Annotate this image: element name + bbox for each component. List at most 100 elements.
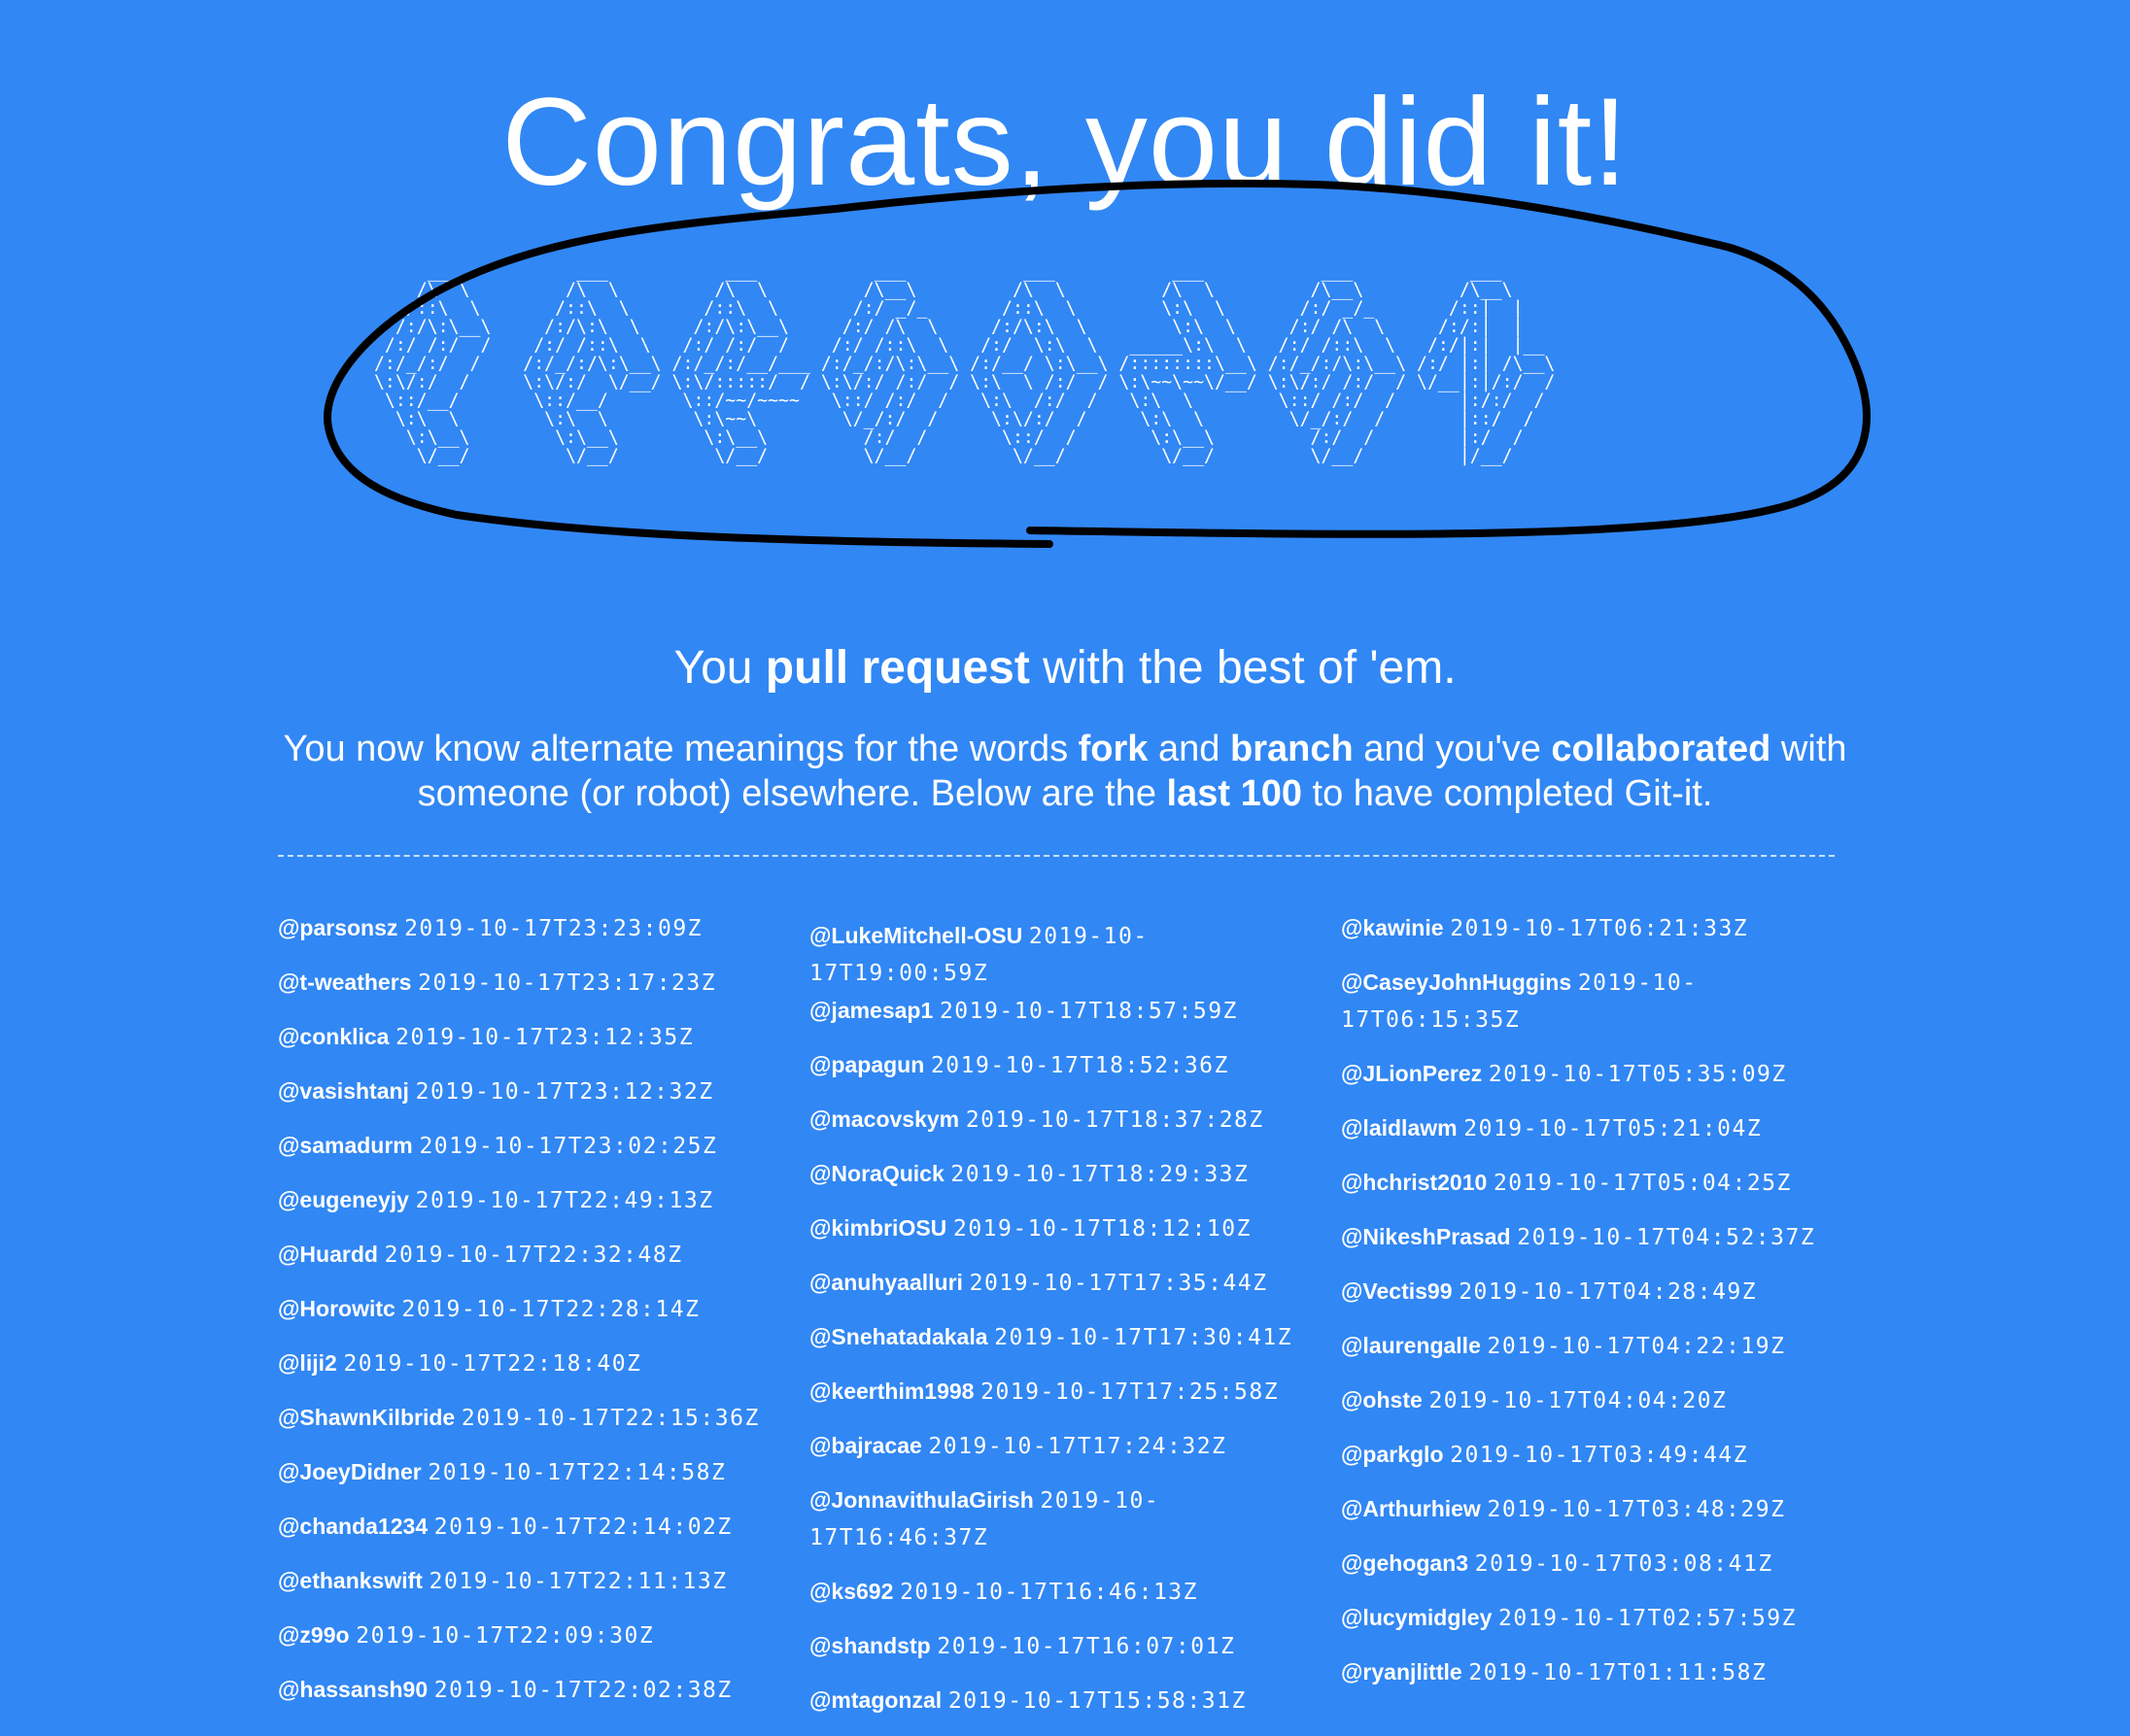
completion-timestamp: 2019-10-17T02:57:59Z <box>1498 1606 1797 1631</box>
completion-timestamp: 2019-10-17T18:12:10Z <box>952 1216 1252 1242</box>
completion-entry: @mtagonzal 2019-10-17T15:58:31Z <box>809 1682 1315 1736</box>
completion-timestamp: 2019-10-17T18:37:28Z <box>965 1107 1264 1133</box>
intro-text-1: You now know alternate meanings for the … <box>283 729 1079 769</box>
intro-text-3: and you've <box>1353 729 1552 769</box>
completion-timestamp: 2019-10-17T03:48:29Z <box>1487 1497 1786 1522</box>
completion-entry: @bajracae 2019-10-17T17:24:32Z <box>809 1427 1315 1481</box>
user-link[interactable]: @mtagonzal <box>809 1687 942 1713</box>
completion-entry: @eugeneyjy 2019-10-17T22:49:13Z <box>278 1181 783 1236</box>
completion-entry: @vasishtanj 2019-10-17T23:12:32Z <box>278 1072 783 1127</box>
ascii-art-banner: ___ ___ ___ ___ ___ ___ ___ ___ /\ \ /\ … <box>373 261 1556 466</box>
user-link[interactable]: @chanda1234 <box>278 1514 428 1539</box>
user-link[interactable]: @gehogan3 <box>1341 1550 1468 1576</box>
user-link[interactable]: @keerthim1998 <box>809 1379 974 1404</box>
user-link[interactable]: @NikeshPrasad <box>1341 1224 1511 1249</box>
user-link[interactable]: @laurengalle <box>1341 1333 1481 1358</box>
user-link[interactable]: @ryanjlittle <box>1341 1659 1462 1685</box>
completion-timestamp: 2019-10-17T22:15:36Z <box>461 1406 760 1431</box>
completion-entry: @ohste 2019-10-17T04:04:20Z <box>1341 1381 1846 1436</box>
completion-entry: @chanda1234 2019-10-17T22:14:02Z <box>278 1508 783 1562</box>
completion-entry: @ryanjlittle 2019-10-17T01:11:58Z <box>1341 1653 1846 1708</box>
user-link[interactable]: @vasishtanj <box>278 1078 409 1104</box>
completion-entry: @Vectis99 2019-10-17T04:28:49Z <box>1341 1273 1846 1327</box>
completions-column-2: @LukeMitchell-OSU 2019-10-17T19:00:59Z @j… <box>809 917 1315 1736</box>
completion-entry: @NoraQuick 2019-10-17T18:29:33Z <box>809 1155 1315 1209</box>
completion-timestamp: 2019-10-17T23:12:35Z <box>395 1025 695 1050</box>
completion-entry: @Snehatadakala 2019-10-17T17:30:41Z <box>809 1318 1315 1373</box>
completion-timestamp: 2019-10-17T04:28:49Z <box>1459 1279 1758 1305</box>
completion-entry: @laurengalle 2019-10-17T04:22:19Z <box>1341 1327 1846 1381</box>
completion-entry: @kimbriOSU 2019-10-17T18:12:10Z <box>809 1209 1315 1264</box>
user-link[interactable]: @liji2 <box>278 1350 337 1376</box>
user-link[interactable]: @Vectis99 <box>1341 1278 1453 1304</box>
user-link[interactable]: @hchrist2010 <box>1341 1170 1487 1195</box>
completions-column-1: @parsonsz 2019-10-17T23:23:09Z @t-weather… <box>278 909 783 1725</box>
completion-entry: @Horowitc 2019-10-17T22:28:14Z <box>278 1290 783 1345</box>
user-link[interactable]: @Arthurhiew <box>1341 1496 1481 1521</box>
completion-entry: @ks692 2019-10-17T16:46:13Z <box>809 1573 1315 1627</box>
user-link[interactable]: @laidlawm <box>1341 1115 1458 1140</box>
completion-timestamp: 2019-10-17T23:17:23Z <box>418 970 717 996</box>
user-link[interactable]: @ohste <box>1341 1387 1423 1413</box>
user-link[interactable]: @CaseyJohnHuggins <box>1341 970 1571 995</box>
user-link[interactable]: @shandstp <box>809 1633 931 1658</box>
user-link[interactable]: @kawinie <box>1341 915 1444 940</box>
user-link[interactable]: @Huardd <box>278 1242 378 1267</box>
completion-entry: @keerthim1998 2019-10-17T17:25:58Z <box>809 1373 1315 1427</box>
completion-entry: @JoeyDidner 2019-10-17T22:14:58Z <box>278 1453 783 1508</box>
user-link[interactable]: @parkglo <box>1341 1442 1444 1467</box>
user-link[interactable]: @ethankswift <box>278 1568 423 1593</box>
tagline: You pull request with the best of 'em. <box>0 639 2130 698</box>
completion-entry: @JonnavithulaGirish 2019-10-17T16:46:37Z <box>809 1481 1315 1573</box>
completion-timestamp: 2019-10-17T01:11:58Z <box>1468 1660 1768 1685</box>
completion-timestamp: 2019-10-17T22:18:40Z <box>343 1351 642 1377</box>
user-link[interactable]: @anuhyaalluri <box>809 1270 963 1295</box>
completion-entry: @Huardd 2019-10-17T22:32:48Z <box>278 1236 783 1290</box>
user-link[interactable]: @jamesap1 <box>809 998 933 1023</box>
user-link[interactable]: @lucymidgley <box>1341 1605 1492 1630</box>
user-link[interactable]: @eugeneyjy <box>278 1187 409 1212</box>
completion-timestamp: 2019-10-17T22:09:30Z <box>356 1623 655 1649</box>
tagline-text-end: with the best of 'em. <box>1029 642 1457 694</box>
completion-timestamp: 2019-10-17T23:02:25Z <box>419 1134 718 1159</box>
completion-entry: @hchrist2010 2019-10-17T05:04:25Z <box>1341 1164 1846 1218</box>
user-link[interactable]: @ks692 <box>809 1579 893 1604</box>
intro-text-2: and <box>1148 729 1230 769</box>
user-link[interactable]: @JLionPerez <box>1341 1061 1482 1086</box>
completion-entry: @ShawnKilbride 2019-10-17T22:15:36Z <box>278 1399 783 1453</box>
user-link[interactable]: @JoeyDidner <box>278 1459 422 1484</box>
user-link[interactable]: @papagun <box>809 1052 924 1077</box>
user-link[interactable]: @conklica <box>278 1024 389 1049</box>
completion-entry: @Arthurhiew 2019-10-17T03:48:29Z <box>1341 1490 1846 1545</box>
user-link[interactable]: @z99o <box>278 1622 350 1648</box>
user-link[interactable]: @parsonsz <box>278 915 397 940</box>
completion-timestamp: 2019-10-17T22:32:48Z <box>384 1242 683 1268</box>
user-link[interactable]: @hassansh90 <box>278 1677 428 1702</box>
user-link[interactable]: @JonnavithulaGirish <box>809 1487 1034 1513</box>
user-link[interactable]: @samadurm <box>278 1133 413 1158</box>
completion-timestamp: 2019-10-17T17:24:32Z <box>928 1434 1227 1459</box>
user-link[interactable]: @macovskym <box>809 1106 959 1132</box>
user-link[interactable]: @ShawnKilbride <box>278 1405 455 1430</box>
completion-timestamp: 2019-10-17T18:57:59Z <box>939 999 1238 1024</box>
user-link[interactable]: @kimbriOSU <box>809 1215 946 1241</box>
user-link[interactable]: @Horowitc <box>278 1296 395 1321</box>
completion-entry: @macovskym 2019-10-17T18:37:28Z <box>809 1101 1315 1155</box>
user-link[interactable]: @Snehatadakala <box>809 1324 988 1349</box>
user-link[interactable]: @NoraQuick <box>809 1161 945 1186</box>
completion-timestamp: 2019-10-17T04:04:20Z <box>1428 1388 1728 1413</box>
dashed-divider <box>278 855 1835 857</box>
completion-entry: @ethankswift 2019-10-17T22:11:13Z <box>278 1562 783 1617</box>
completion-timestamp: 2019-10-17T17:30:41Z <box>994 1325 1293 1350</box>
completion-entry: @conklica 2019-10-17T23:12:35Z <box>278 1018 783 1072</box>
completion-entry: @LukeMitchell-OSU 2019-10-17T19:00:59Z <box>809 917 1315 992</box>
completion-timestamp: 2019-10-17T22:14:58Z <box>428 1460 727 1485</box>
user-link[interactable]: @t-weathers <box>278 970 411 995</box>
intro-bold-last-100: last 100 <box>1166 773 1302 814</box>
user-link[interactable]: @LukeMitchell-OSU <box>809 923 1022 948</box>
completion-timestamp: 2019-10-17T06:21:33Z <box>1450 916 1749 941</box>
tagline-emphasis: pull request <box>765 642 1030 694</box>
user-link[interactable]: @bajracae <box>809 1433 922 1458</box>
completions-column-3: @kawinie 2019-10-17T06:21:33Z @CaseyJohnH… <box>1341 909 1846 1708</box>
completion-timestamp: 2019-10-17T05:35:09Z <box>1488 1062 1787 1087</box>
